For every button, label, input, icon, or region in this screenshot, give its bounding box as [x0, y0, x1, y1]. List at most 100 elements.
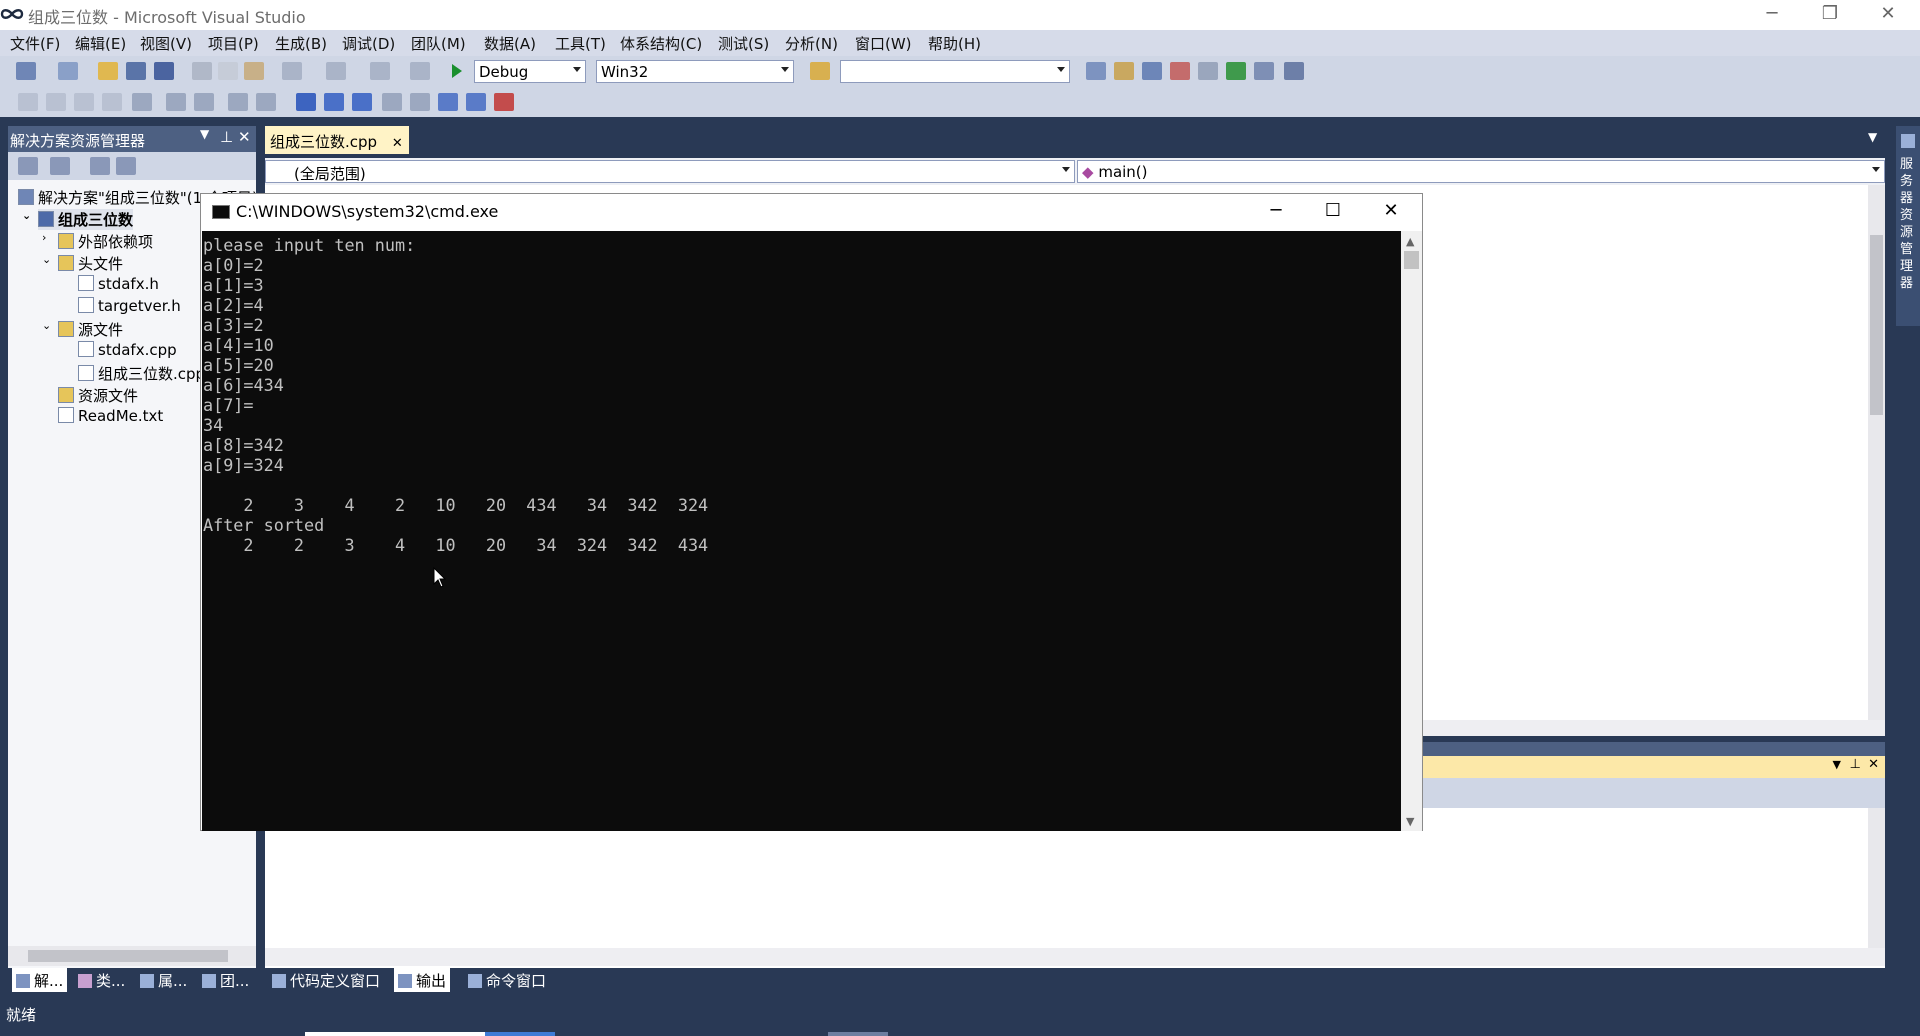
toggle-bookmark-icon[interactable] — [296, 93, 316, 111]
output-text-area[interactable] — [265, 808, 1885, 968]
previous-bookmark-icon[interactable] — [324, 93, 344, 111]
tree-item[interactable]: ReadMe.txt — [58, 407, 163, 425]
close-icon[interactable]: ✕ — [1868, 757, 1879, 772]
tab-solution-explorer[interactable]: 解... — [12, 968, 68, 992]
tree-item[interactable]: 组成三位数.cpp — [78, 363, 205, 384]
collapsed-chevron-icon[interactable]: › — [42, 231, 46, 244]
tools-icon[interactable] — [1198, 62, 1218, 80]
increase-indent-icon[interactable] — [166, 93, 186, 111]
pin-icon[interactable]: ⊥ — [220, 128, 233, 146]
quick-info-icon[interactable] — [74, 93, 94, 111]
tree-item[interactable]: stdafx.cpp — [78, 341, 177, 359]
cmd-window[interactable]: C:\WINDOWS\system32\cmd.exe ─ ☐ ✕ please… — [200, 193, 1423, 831]
output-horizontal-scrollbar[interactable] — [265, 948, 1885, 966]
scrollbar-thumb[interactable] — [1870, 235, 1883, 415]
menu-help[interactable]: 帮助(H) — [928, 33, 981, 54]
add-item-icon[interactable] — [58, 62, 78, 80]
tab-property-manager[interactable]: 属... — [136, 968, 191, 992]
menu-data[interactable]: 数据(A) — [484, 33, 536, 54]
restore-button[interactable]: ❐ — [1801, 0, 1859, 30]
cmd-title-bar[interactable]: C:\WINDOWS\system32\cmd.exe ─ ☐ ✕ — [201, 194, 1422, 231]
extension-manager-icon[interactable] — [1254, 62, 1274, 80]
server-explorer-tab[interactable]: 服务器资源管理器 — [1896, 126, 1920, 326]
next-bookmark-in-folder-icon[interactable] — [410, 93, 430, 111]
menu-debug[interactable]: 调试(D) — [342, 33, 395, 54]
menu-test[interactable]: 测试(S) — [718, 33, 769, 54]
save-icon[interactable] — [126, 62, 146, 80]
output-vertical-scrollbar[interactable] — [1868, 808, 1885, 948]
scrollbar-thumb[interactable] — [28, 950, 228, 962]
parameter-info-icon[interactable] — [46, 93, 66, 111]
horizontal-scrollbar[interactable] — [8, 946, 256, 966]
tab-output[interactable]: 输出 — [394, 968, 451, 992]
menu-edit[interactable]: 编辑(E) — [75, 33, 126, 54]
cmd-console-output[interactable]: please input ten num: a[0]=2 a[1]=3 a[2]=4 a… — [202, 231, 1401, 831]
solution-platform-select[interactable]: Win32 — [596, 60, 794, 83]
tree-item[interactable]: ⌄ 组成三位数 — [22, 209, 134, 230]
clear-bookmarks-icon[interactable] — [494, 93, 514, 111]
tab-code-definition-window[interactable]: 代码定义窗口 — [268, 968, 384, 992]
menu-window[interactable]: 窗口(W) — [855, 33, 912, 54]
menu-architecture[interactable]: 体系结构(C) — [620, 33, 702, 54]
next-bookmark-in-document-icon[interactable] — [466, 93, 486, 111]
tab-class-view[interactable]: 类... — [74, 968, 129, 992]
editor-vertical-scrollbar[interactable] — [1868, 185, 1885, 725]
scroll-up-icon[interactable]: ▲ — [1406, 235, 1414, 248]
scope-select[interactable]: (全局范围) — [265, 160, 1075, 183]
tree-item[interactable]: 资源文件 — [58, 385, 138, 406]
refresh-icon[interactable] — [90, 157, 110, 175]
tab-editor-file[interactable]: 组成三位数.cpp ✕ — [265, 126, 409, 154]
complete-word-icon[interactable] — [102, 93, 122, 111]
minimize-icon[interactable]: ─ — [1261, 200, 1291, 224]
view-class-diagram-icon[interactable] — [116, 157, 136, 175]
start-debugging-icon[interactable] — [450, 62, 464, 80]
uncomment-lines-icon[interactable] — [256, 93, 276, 111]
scroll-down-icon[interactable]: ▼ — [1406, 815, 1414, 828]
find-in-files-icon[interactable] — [810, 62, 830, 80]
tree-item[interactable]: ⌄ 源文件 — [42, 319, 123, 340]
tree-item[interactable]: stdafx.h — [78, 275, 159, 293]
navigate-forward-icon[interactable] — [410, 62, 430, 80]
cut-icon[interactable] — [192, 62, 212, 80]
outdent-icon[interactable] — [132, 93, 152, 111]
tree-item[interactable]: targetver.h — [78, 297, 181, 315]
menu-file[interactable]: 文件(F) — [10, 33, 60, 54]
expanded-chevron-icon[interactable]: ⌄ — [22, 209, 31, 222]
toolbox-icon[interactable] — [1170, 62, 1190, 80]
scrollbar-thumb[interactable] — [1404, 251, 1419, 269]
function-select[interactable]: ◆ main() — [1077, 160, 1885, 183]
find-combo[interactable] — [840, 60, 1070, 83]
maximize-icon[interactable]: ☐ — [1318, 200, 1348, 224]
previous-bookmark-in-document-icon[interactable] — [438, 93, 458, 111]
close-icon[interactable]: ✕ — [392, 136, 403, 151]
show-all-files-icon[interactable] — [50, 157, 70, 175]
chevron-down-icon[interactable]: ▼ — [1833, 758, 1841, 771]
command-window-icon[interactable] — [1284, 62, 1304, 80]
tree-item[interactable]: ⌄ 头文件 — [42, 253, 123, 274]
solution-explorer-icon[interactable] — [1086, 62, 1106, 80]
menu-build[interactable]: 生成(B) — [275, 33, 327, 54]
minimize-button[interactable]: ─ — [1743, 0, 1801, 30]
pin-icon[interactable]: ⊥ — [1850, 757, 1861, 772]
copy-icon[interactable] — [218, 62, 238, 80]
redo-icon[interactable] — [326, 62, 346, 80]
new-project-icon[interactable] — [16, 62, 36, 80]
menu-team[interactable]: 团队(M) — [411, 33, 466, 54]
menu-view[interactable]: 视图(V) — [140, 33, 192, 54]
chevron-down-icon[interactable]: ▼ — [1868, 130, 1877, 144]
expanded-chevron-icon[interactable]: ⌄ — [42, 319, 51, 332]
menu-analyze[interactable]: 分析(N) — [785, 33, 838, 54]
tab-team-explorer[interactable]: 团... — [198, 968, 253, 992]
start-page-icon[interactable] — [1226, 62, 1246, 80]
comment-lines-icon[interactable] — [228, 93, 248, 111]
menu-project[interactable]: 项目(P) — [208, 33, 259, 54]
properties-icon[interactable] — [1114, 62, 1134, 80]
close-icon[interactable]: ✕ — [1376, 200, 1406, 224]
save-all-icon[interactable] — [154, 62, 174, 80]
close-icon[interactable]: ✕ — [238, 128, 251, 146]
previous-bookmark-in-folder-icon[interactable] — [382, 93, 402, 111]
object-browser-icon[interactable] — [1142, 62, 1162, 80]
undo-icon[interactable] — [282, 62, 302, 80]
properties-icon[interactable] — [18, 157, 38, 175]
tree-item[interactable]: › 外部依赖项 — [42, 231, 153, 252]
